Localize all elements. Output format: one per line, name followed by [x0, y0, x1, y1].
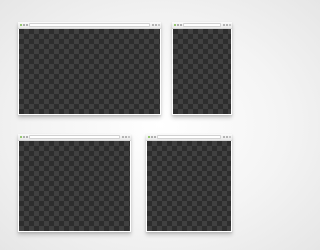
menu-icon[interactable]: [122, 136, 124, 138]
back-arrow-icon[interactable]: [148, 136, 150, 138]
menu-icon[interactable]: [152, 24, 154, 26]
back-arrow-icon[interactable]: [20, 136, 22, 138]
close-icon[interactable]: [229, 24, 231, 26]
reload-icon[interactable]: [180, 24, 182, 26]
browser-window-4: [146, 134, 232, 232]
browser-window-3: [18, 134, 131, 232]
forward-arrow-icon[interactable]: [23, 136, 25, 138]
forward-arrow-icon[interactable]: [151, 136, 153, 138]
browser-window-1: [18, 22, 161, 115]
menu-icon[interactable]: [155, 24, 157, 26]
browser-toolbar: [18, 22, 161, 29]
back-arrow-icon[interactable]: [174, 24, 176, 26]
transparent-content-area: [173, 29, 231, 114]
transparent-content-area: [19, 29, 160, 114]
reload-icon[interactable]: [26, 24, 28, 26]
back-arrow-icon[interactable]: [20, 24, 22, 26]
menu-icon[interactable]: [226, 136, 228, 138]
menu-icon[interactable]: [226, 24, 228, 26]
address-bar[interactable]: [29, 135, 120, 139]
reload-icon[interactable]: [26, 136, 28, 138]
menu-icon[interactable]: [223, 24, 225, 26]
menu-icon[interactable]: [125, 136, 127, 138]
transparent-content-area: [19, 141, 130, 231]
address-bar[interactable]: [157, 135, 221, 139]
address-bar[interactable]: [29, 23, 150, 27]
close-icon[interactable]: [128, 136, 130, 138]
menu-icon[interactable]: [223, 136, 225, 138]
browser-toolbar: [172, 22, 232, 29]
browser-toolbar: [146, 134, 232, 141]
close-icon[interactable]: [229, 136, 231, 138]
forward-arrow-icon[interactable]: [177, 24, 179, 26]
address-bar[interactable]: [183, 23, 221, 27]
transparent-content-area: [147, 141, 231, 231]
forward-arrow-icon[interactable]: [23, 24, 25, 26]
browser-toolbar: [18, 134, 131, 141]
browser-window-2: [172, 22, 232, 115]
close-icon[interactable]: [158, 24, 160, 26]
reload-icon[interactable]: [154, 136, 156, 138]
